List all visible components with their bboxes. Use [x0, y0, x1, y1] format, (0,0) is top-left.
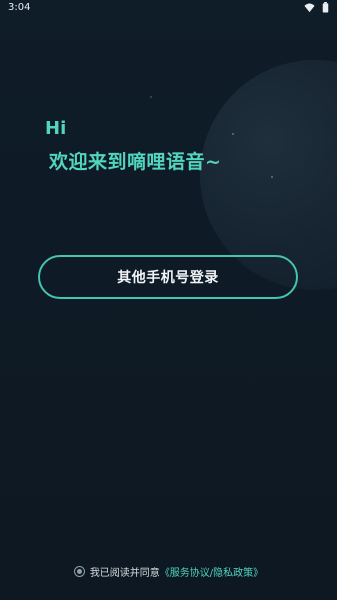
agreement-radio-button[interactable] [73, 565, 85, 577]
login-screen: 3:04 Hi 欢迎来到嘀哩语音~ 其他手机号登录 我已阅读并同意 《服务协议/… [0, 0, 337, 600]
greeting-hi: Hi [45, 118, 67, 139]
star-decoration [150, 96, 152, 98]
star-decoration [232, 133, 234, 135]
battery-icon [322, 2, 329, 13]
radio-dot [76, 568, 82, 574]
wifi-icon [304, 3, 315, 13]
status-time: 3:04 [8, 2, 31, 13]
welcome-title: 欢迎来到嘀哩语音~ [49, 151, 222, 173]
star-decoration [271, 176, 273, 178]
agreement-row: 我已阅读并同意 《服务协议/隐私政策》 [0, 562, 337, 580]
agreement-text: 我已阅读并同意 [89, 567, 160, 579]
service-privacy-link[interactable]: 《服务协议/隐私政策》 [160, 564, 263, 579]
other-phone-login-button[interactable]: 其他手机号登录 [38, 255, 298, 299]
status-bar: 3:04 [0, 0, 337, 16]
